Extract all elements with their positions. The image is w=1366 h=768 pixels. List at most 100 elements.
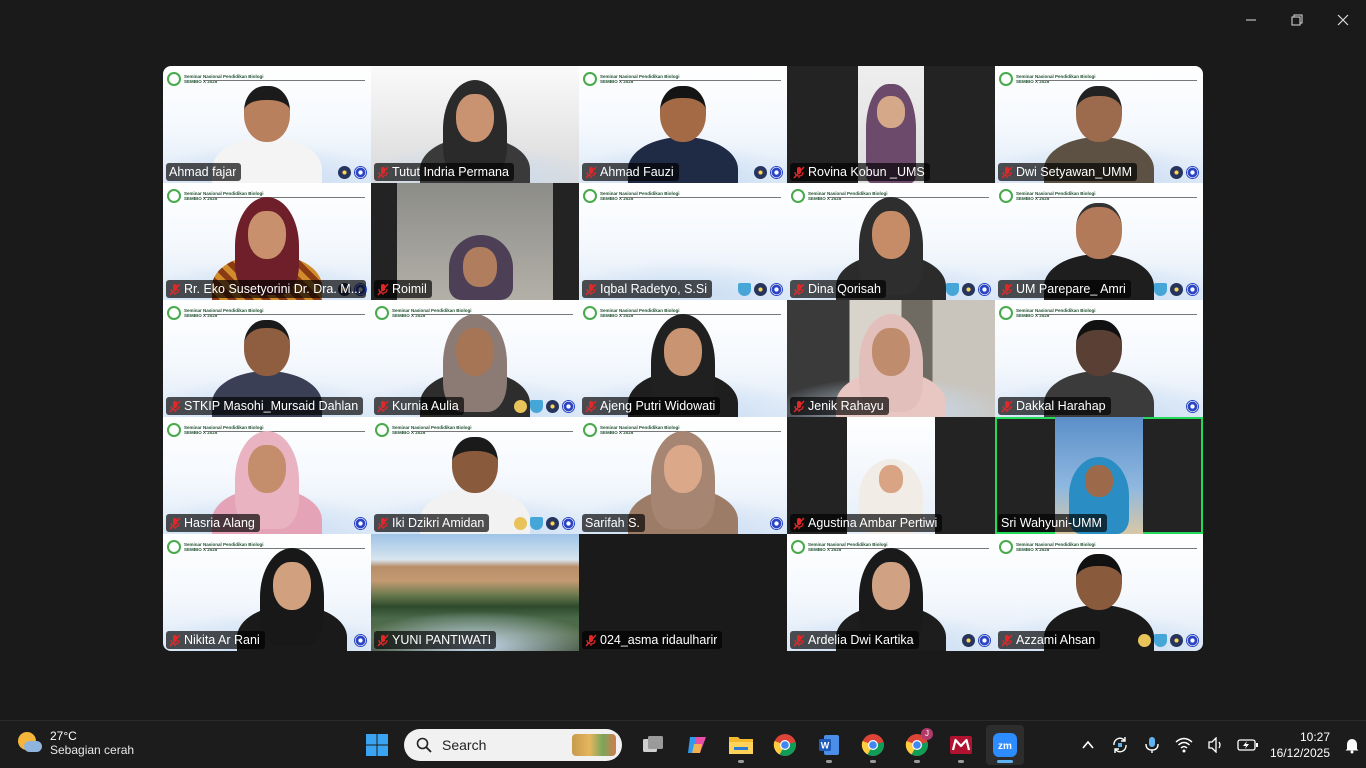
participant-name: Ajeng Putri Widowati bbox=[600, 399, 716, 413]
video-tile[interactable]: Seminar Nasional Pendidikan Biologi SEMBI… bbox=[163, 183, 371, 300]
clock-time: 10:27 bbox=[1299, 730, 1330, 744]
participant-name-tag: YUNI PANTIWATI bbox=[374, 631, 497, 649]
participant-name-tag: Ahmad fajar bbox=[166, 163, 242, 181]
participant-name: STKIP Masohi_Mursaid Dahlan bbox=[184, 399, 359, 413]
video-tile[interactable]: Seminar Nasional Pendidikan Biologi SEMBI… bbox=[163, 417, 371, 534]
video-tile[interactable]: Seminar Nasional Pendidikan Biologi SEMBI… bbox=[579, 417, 787, 534]
video-tile[interactable]: YUNI PANTIWATI bbox=[371, 534, 579, 651]
video-tile[interactable]: Seminar Nasional Pendidikan Biologi SEMBI… bbox=[371, 417, 579, 534]
video-tile[interactable]: Seminar Nasional Pendidikan Biologi SEMBI… bbox=[579, 300, 787, 417]
participant-name-tag: Dakkal Harahap bbox=[998, 397, 1111, 415]
participant-name: Agustina Ambar Pertiwi bbox=[808, 516, 938, 530]
participant-name-tag: Kurnia Aulia bbox=[374, 397, 464, 415]
chrome-profile-button[interactable] bbox=[854, 725, 892, 765]
search-box[interactable]: Search bbox=[404, 729, 622, 761]
video-tile[interactable]: Tutut Indria Permana bbox=[371, 66, 579, 183]
tent-logo-icon bbox=[1154, 283, 1167, 296]
participant-name-tag: Ajeng Putri Widowati bbox=[582, 397, 721, 415]
zoom-button[interactable]: zm bbox=[986, 725, 1024, 765]
sembio-logo-icon bbox=[999, 306, 1013, 320]
bell-icon bbox=[1345, 739, 1359, 754]
university-logo-icon bbox=[1170, 283, 1183, 296]
search-label: Search bbox=[442, 737, 487, 753]
video-tile[interactable]: Seminar Nasional Pendidikan Biologi SEMBI… bbox=[995, 534, 1203, 651]
video-tile[interactable]: Seminar Nasional Pendidikan Biologi SEMBI… bbox=[787, 534, 995, 651]
institute-logo-icon bbox=[562, 517, 575, 530]
video-tile[interactable]: Jenik Rahayu bbox=[787, 300, 995, 417]
sembio-logo-icon bbox=[583, 189, 597, 203]
participant-name-tag: Tutut Indria Permana bbox=[374, 163, 514, 181]
word-icon: W bbox=[819, 735, 839, 755]
institute-logo-icon bbox=[562, 400, 575, 413]
start-button[interactable] bbox=[358, 725, 396, 765]
sponsor-logos bbox=[1186, 400, 1199, 413]
video-tile[interactable]: Seminar Nasional Pendidikan Biologi SEMBI… bbox=[787, 183, 995, 300]
copilot-button[interactable] bbox=[678, 725, 716, 765]
close-button[interactable] bbox=[1320, 0, 1366, 40]
microphone-icon bbox=[1145, 737, 1159, 753]
sembio-logo-icon bbox=[999, 72, 1013, 86]
mic-muted-icon bbox=[1001, 283, 1013, 295]
show-hidden-icons-button[interactable] bbox=[1072, 721, 1104, 768]
video-tile[interactable]: Seminar Nasional Pendidikan Biologi SEMBI… bbox=[163, 300, 371, 417]
restore-button[interactable] bbox=[1274, 0, 1320, 40]
sembio-logo-icon bbox=[999, 189, 1013, 203]
chevron-up-icon bbox=[1082, 740, 1094, 749]
file-explorer-button[interactable] bbox=[722, 725, 760, 765]
volume-button[interactable] bbox=[1200, 721, 1232, 768]
tent-logo-icon bbox=[738, 283, 751, 296]
participant-name-tag: Iki Dzikri Amidan bbox=[374, 514, 490, 532]
video-tile[interactable]: Seminar Nasional Pendidikan Biologi SEMBI… bbox=[371, 300, 579, 417]
video-tile[interactable]: Seminar Nasional Pendidikan Biologi SEMBI… bbox=[995, 66, 1203, 183]
network-button[interactable] bbox=[1168, 721, 1200, 768]
word-button[interactable]: W bbox=[810, 725, 848, 765]
weather-widget[interactable]: 27°C Sebagian cerah bbox=[16, 729, 134, 757]
clock[interactable]: 10:27 16/12/2025 bbox=[1264, 729, 1338, 761]
sync-button[interactable] bbox=[1104, 721, 1136, 768]
notifications-button[interactable] bbox=[1338, 721, 1366, 768]
sembio-logo-icon bbox=[583, 72, 597, 86]
participant-name: Nikita Ar Rani bbox=[184, 633, 260, 647]
video-tile[interactable]: Seminar Nasional Pendidikan Biologi SEMBI… bbox=[163, 66, 371, 183]
video-tile[interactable]: 024_asma ridaulharir bbox=[579, 534, 787, 651]
video-tile[interactable]: Seminar Nasional Pendidikan Biologi SEMBI… bbox=[995, 300, 1203, 417]
sembio-logo-icon bbox=[791, 540, 805, 554]
participant-name-tag: Nikita Ar Rani bbox=[166, 631, 265, 649]
chrome-button[interactable] bbox=[766, 725, 804, 765]
task-view-button[interactable] bbox=[634, 725, 672, 765]
sembio-logo-icon bbox=[167, 189, 181, 203]
participant-name: Iki Dzikri Amidan bbox=[392, 516, 485, 530]
video-tile[interactable]: Roimil bbox=[371, 183, 579, 300]
chrome-profile-button[interactable]: J bbox=[898, 725, 936, 765]
video-tile[interactable]: Seminar Nasional Pendidikan Biologi SEMBI… bbox=[995, 183, 1203, 300]
sponsor-logos bbox=[514, 400, 575, 413]
participant-name: Jenik Rahayu bbox=[808, 399, 884, 413]
mic-muted-icon bbox=[585, 400, 597, 412]
institute-logo-icon bbox=[770, 283, 783, 296]
minimize-button[interactable] bbox=[1228, 0, 1274, 40]
university-logo-icon bbox=[338, 166, 351, 179]
participant-name: Rr. Eko Susetyorini Dr. Dra. M... bbox=[184, 282, 362, 296]
video-tile[interactable]: Seminar Nasional Pendidikan Biologi SEMBI… bbox=[163, 534, 371, 651]
search-icon bbox=[416, 737, 432, 753]
microphone-button[interactable] bbox=[1136, 721, 1168, 768]
taskbar: 27°C Sebagian cerah Search W J zm 10:27 … bbox=[0, 720, 1366, 768]
active-speaker-tile[interactable]: Sri Wahyuni-UMM bbox=[995, 417, 1203, 534]
participant-name: UM Parepare_ Amri bbox=[1016, 282, 1126, 296]
task-view-icon bbox=[643, 736, 663, 752]
running-indicator bbox=[914, 760, 920, 763]
video-tile[interactable]: Agustina Ambar Pertiwi bbox=[787, 417, 995, 534]
battery-button[interactable] bbox=[1232, 721, 1264, 768]
video-tile[interactable]: Seminar Nasional Pendidikan Biologi SEMBI… bbox=[579, 66, 787, 183]
sync-icon bbox=[1113, 737, 1127, 753]
mendeley-button[interactable] bbox=[942, 725, 980, 765]
video-tile[interactable]: Rovina Kobun _UMS bbox=[787, 66, 995, 183]
partly-sunny-icon bbox=[16, 730, 42, 756]
participant-name: YUNI PANTIWATI bbox=[392, 633, 492, 647]
participant-name: Roimil bbox=[392, 282, 427, 296]
battery-charging-icon bbox=[1237, 739, 1258, 751]
mic-muted-icon bbox=[793, 517, 805, 529]
participant-name-tag: Ardelia Dwi Kartika bbox=[790, 631, 919, 649]
video-tile[interactable]: Seminar Nasional Pendidikan Biologi SEMBI… bbox=[579, 183, 787, 300]
university-logo-icon bbox=[546, 400, 559, 413]
